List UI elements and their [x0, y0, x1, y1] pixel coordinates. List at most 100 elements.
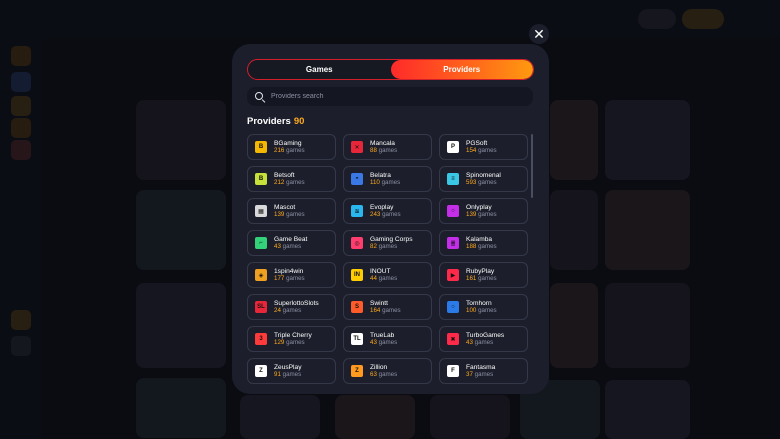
game-count-suffix: games [286, 339, 305, 347]
game-count-number: 216 [274, 147, 285, 155]
provider-card[interactable]: ○ Tomhorn 100 games [439, 294, 528, 320]
provider-name: Game Beat [274, 235, 308, 243]
provider-game-count: 139 games [466, 211, 497, 218]
provider-logo-icon: IN [351, 269, 363, 281]
provider-logo-icon: ✕ [351, 141, 363, 153]
game-count-suffix: games [282, 243, 302, 251]
provider-logo-icon: Z [351, 365, 363, 377]
provider-card[interactable]: B BGaming 216 games [247, 134, 336, 160]
provider-logo-icon: ≋ [351, 205, 363, 217]
provider-info: Zillion 63 games [370, 364, 397, 379]
game-count-suffix: games [286, 179, 305, 187]
provider-card[interactable]: S Swintt 164 games [343, 294, 432, 320]
provider-info: Evoplay 243 games [370, 204, 401, 219]
provider-card[interactable]: ○ Onlyplay 139 games [439, 198, 528, 224]
provider-info: Swintt 164 games [370, 300, 401, 315]
game-count-suffix: games [478, 243, 497, 251]
search-bar [247, 87, 533, 106]
provider-card[interactable]: Z ZeusPlay 91 games [247, 358, 336, 384]
scrollbar[interactable] [531, 134, 533, 198]
provider-name: Gaming Corps [370, 235, 413, 243]
provider-logo-icon: ◎ [351, 237, 363, 249]
provider-game-count: 161 games [466, 275, 497, 282]
provider-info: Betsoft 212 games [274, 172, 305, 187]
provider-card[interactable]: TL TrueLab 43 games [343, 326, 432, 352]
provider-name: 1spin4win [274, 267, 304, 275]
provider-card[interactable]: B Betsoft 212 games [247, 166, 336, 192]
provider-name: Evoplay [370, 203, 394, 211]
providers-modal: Games Providers Providers90 BBGaming216 … [232, 44, 549, 394]
game-count-suffix: games [378, 371, 398, 379]
provider-game-count: 63 games [370, 371, 397, 378]
tab-games[interactable]: Games [248, 60, 391, 79]
provider-info: INOUT 44 games [370, 268, 397, 283]
game-count-suffix: games [478, 179, 497, 187]
search-icon [255, 91, 266, 103]
provider-name: Spinomenal [466, 171, 501, 179]
provider-info: Onlyplay 139 games [466, 204, 497, 219]
close-icon[interactable]: ✕ [529, 24, 549, 44]
search-input[interactable] [271, 93, 511, 100]
game-count-suffix: games [286, 275, 305, 283]
provider-card[interactable]: Z Zillion 63 games [343, 358, 432, 384]
provider-game-count: 100 games [466, 307, 497, 314]
provider-info: ZeusPlay 91 games [274, 364, 302, 379]
provider-card[interactable]: ✕ Mancala 88 games [343, 134, 432, 160]
provider-card[interactable]: SL SuperlottoSlots 24 games [247, 294, 336, 320]
game-count-number: 177 [274, 275, 285, 283]
provider-card[interactable]: ≡ Spinomenal 593 games [439, 166, 528, 192]
provider-card[interactable]: P PGSoft 154 games [439, 134, 528, 160]
provider-game-count: 88 games [370, 147, 397, 154]
provider-name: ZeusPlay [274, 363, 302, 371]
game-count-number: 139 [466, 211, 477, 219]
provider-card[interactable]: ▦ Mascot 139 games [247, 198, 336, 224]
game-count-suffix: games [286, 147, 305, 155]
provider-card[interactable]: F Fantasma 37 games [439, 358, 528, 384]
provider-logo-icon: 3 [255, 333, 267, 345]
game-count-suffix: games [378, 339, 398, 347]
provider-card[interactable]: ◓ Belatra 110 games [343, 166, 432, 192]
game-count-number: 188 [466, 243, 477, 251]
provider-name: RubyPlay [466, 267, 495, 275]
game-count-suffix: games [478, 211, 497, 219]
provider-card[interactable]: IN INOUT 44 games [343, 262, 432, 288]
provider-game-count: 188 games [466, 243, 497, 250]
game-count-suffix: games [378, 275, 398, 283]
game-count-suffix: games [282, 371, 302, 379]
provider-info: Mancala 88 games [370, 140, 397, 155]
tab-switcher: Games Providers [247, 59, 534, 80]
provider-game-count: 82 games [370, 243, 413, 250]
provider-logo-icon: ▦ [255, 205, 267, 217]
tab-providers[interactable]: Providers [390, 60, 533, 79]
game-count-suffix: games [381, 179, 401, 187]
provider-logo-icon: ◓ [351, 173, 363, 185]
provider-info: Gaming Corps 82 games [370, 236, 413, 251]
provider-name: TurboGames [466, 331, 505, 339]
provider-name: Fantasma [466, 363, 496, 371]
provider-card[interactable]: ≋ Evoplay 243 games [343, 198, 432, 224]
provider-name: INOUT [370, 267, 391, 275]
game-count-suffix: games [282, 307, 302, 315]
game-count-number: 63 [370, 371, 377, 379]
game-count-suffix: games [382, 211, 401, 219]
provider-card[interactable]: ▶ RubyPlay 161 games [439, 262, 528, 288]
game-count-number: 212 [274, 179, 285, 187]
provider-name: Kalamba [466, 235, 493, 243]
provider-logo-icon: ✖ [447, 333, 459, 345]
provider-game-count: 43 games [274, 243, 307, 250]
provider-name: Belatra [370, 171, 391, 179]
provider-card[interactable]: ⌐ Game Beat 43 games [247, 230, 336, 256]
provider-card[interactable]: ≣ Kalamba 188 games [439, 230, 528, 256]
provider-card[interactable]: ◎ Gaming Corps 82 games [343, 230, 432, 256]
provider-card[interactable]: ✖ TurboGames 43 games [439, 326, 528, 352]
provider-card[interactable]: 3 Triple Cherry 129 games [247, 326, 336, 352]
provider-grid: B BGaming 216 games ✕ Mancala 88 games P PGSoft… [247, 134, 537, 384]
game-count-number: 37 [466, 371, 473, 379]
provider-info: PGSoft 154 games [466, 140, 497, 155]
game-count-number: 164 [370, 307, 381, 315]
game-count-suffix: games [474, 371, 494, 379]
game-count-number: 154 [466, 147, 477, 155]
provider-game-count: 593 games [466, 179, 501, 186]
provider-card[interactable]: ◈ 1spin4win 177 games [247, 262, 336, 288]
provider-name: Triple Cherry [274, 331, 312, 339]
